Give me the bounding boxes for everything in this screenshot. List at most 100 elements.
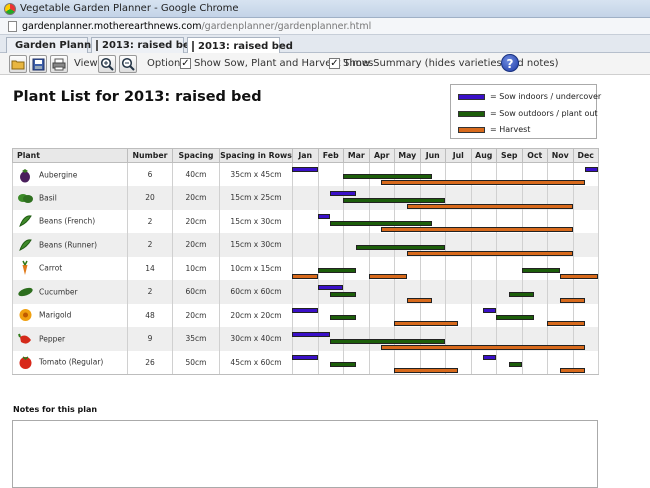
plant-cell[interactable]: Carrot xyxy=(12,256,128,280)
month-cell xyxy=(317,350,344,375)
print-button[interactable] xyxy=(50,55,68,73)
table-row[interactable]: Aubergine 6 40cm 35cm x 45cm xyxy=(12,162,599,186)
month-cell xyxy=(470,350,497,375)
month-cell xyxy=(394,303,421,327)
month-cell xyxy=(547,209,574,233)
month-cell xyxy=(496,280,523,304)
month-cell xyxy=(317,162,344,186)
month-cell xyxy=(419,303,446,327)
plant-cell[interactable]: Basil xyxy=(12,186,128,210)
plant-name: Basil xyxy=(39,193,57,203)
marigold-icon xyxy=(17,307,34,323)
table-row[interactable]: Cucumber 2 60cm 60cm x 60cm xyxy=(12,280,599,304)
spacing-rows-cell: 20cm x 20cm xyxy=(219,303,293,327)
month-cell xyxy=(368,327,395,351)
month-cell xyxy=(521,280,548,304)
plant-cell[interactable]: Aubergine xyxy=(12,162,128,186)
save-button[interactable] xyxy=(29,55,47,73)
month-cell xyxy=(343,256,370,280)
month-cell xyxy=(419,186,446,210)
month-cell xyxy=(445,162,472,186)
col-month: Mar xyxy=(343,148,370,163)
spacing-cell: 50cm xyxy=(172,350,220,375)
url-text[interactable]: gardenplanner.motherearthnews.com/garden… xyxy=(22,21,371,32)
plant-name: Beans (French) xyxy=(39,216,96,226)
show-summary-label[interactable]: Show Summary (hides varieties and notes) xyxy=(343,58,559,69)
table-row[interactable]: Marigold 48 20cm 20cm x 20cm xyxy=(12,303,599,327)
number-cell: 48 xyxy=(127,303,173,327)
zoom-in-button[interactable] xyxy=(98,55,116,73)
plant-name: Tomato (Regular) xyxy=(39,357,104,367)
month-cell xyxy=(394,256,421,280)
col-month: Jun xyxy=(419,148,446,163)
address-bar[interactable]: gardenplanner.motherearthnews.com/garden… xyxy=(0,18,650,35)
basil-icon xyxy=(17,190,34,206)
grid-icon xyxy=(192,40,194,52)
month-cell xyxy=(547,280,574,304)
col-spacing[interactable]: Spacing xyxy=(172,148,220,163)
month-cell xyxy=(343,162,370,186)
table-row[interactable]: Basil 20 20cm 15cm x 25cm xyxy=(12,186,599,210)
plant-cell[interactable]: Beans (French) xyxy=(12,209,128,233)
table-row[interactable]: Beans (Runner) 2 20cm 15cm x 30cm xyxy=(12,233,599,257)
plant-cell[interactable]: Tomato (Regular) xyxy=(12,350,128,375)
month-cell xyxy=(496,350,523,375)
plant-cell[interactable]: Beans (Runner) xyxy=(12,233,128,257)
month-cell xyxy=(368,162,395,186)
legend-sow-indoors: = Sow indoors / undercover xyxy=(458,92,601,101)
notes-textarea[interactable] xyxy=(12,420,598,488)
month-cell xyxy=(292,256,319,280)
month-cell xyxy=(445,327,472,351)
table-row[interactable]: Pepper 9 35cm 30cm x 40cm xyxy=(12,327,599,351)
col-month: Dec xyxy=(572,148,599,163)
tab-raised-bed-1[interactable]: 2013: raised bed xyxy=(91,37,197,53)
spacing-cell: 60cm xyxy=(172,280,220,304)
month-cell xyxy=(547,327,574,351)
month-cell xyxy=(419,256,446,280)
month-cell xyxy=(496,186,523,210)
col-number[interactable]: Number xyxy=(127,148,173,163)
month-cell xyxy=(470,233,497,257)
table-row[interactable]: Beans (French) 2 20cm 15cm x 30cm xyxy=(12,209,599,233)
month-cell xyxy=(343,186,370,210)
col-month: Jul xyxy=(445,148,472,163)
table-row[interactable]: Tomato (Regular) 26 50cm 45cm x 60cm xyxy=(12,350,599,375)
spacing-cell: 35cm xyxy=(172,327,220,351)
number-cell: 2 xyxy=(127,280,173,304)
zoom-out-button[interactable] xyxy=(119,55,137,73)
plant-cell[interactable]: Pepper xyxy=(12,327,128,351)
tab-garden-planner[interactable]: Garden Planner xyxy=(6,37,103,53)
col-plant[interactable]: Plant xyxy=(12,148,128,163)
tab-raised-bed-2[interactable]: 2013: raised bed xyxy=(187,37,293,54)
plant-cell[interactable]: Cucumber xyxy=(12,280,128,304)
month-cell xyxy=(521,350,548,375)
month-cell xyxy=(496,162,523,186)
month-cell xyxy=(496,303,523,327)
month-cell xyxy=(292,280,319,304)
month-cell xyxy=(496,327,523,351)
month-cell xyxy=(343,350,370,375)
spacing-cell: 20cm xyxy=(172,233,220,257)
col-month: May xyxy=(394,148,421,163)
grid-icon xyxy=(96,40,98,51)
chrome-icon xyxy=(4,3,16,15)
show-times-checkbox[interactable]: ✓ xyxy=(180,58,191,69)
carrot-icon xyxy=(17,260,34,276)
tab-label: Garden Planner xyxy=(15,40,103,51)
legend: = Sow indoors / undercover = Sow outdoor… xyxy=(450,84,601,139)
open-button[interactable] xyxy=(9,55,27,73)
month-cell xyxy=(343,209,370,233)
spacing-rows-cell: 35cm x 45cm xyxy=(219,162,293,186)
month-cell xyxy=(394,327,421,351)
window-title: Vegetable Garden Planner - Google Chrome xyxy=(20,3,239,14)
legend-label: = Harvest xyxy=(490,125,531,134)
table-row[interactable]: Carrot 14 10cm 10cm x 15cm xyxy=(12,256,599,280)
spacing-cell: 20cm xyxy=(172,209,220,233)
help-button[interactable]: ? xyxy=(501,54,519,72)
month-cell xyxy=(470,209,497,233)
show-summary-checkbox[interactable]: ✓ xyxy=(329,58,340,69)
col-spacing-rows[interactable]: Spacing in Rows xyxy=(219,148,293,163)
page-icon xyxy=(8,21,17,32)
plant-cell[interactable]: Marigold xyxy=(12,303,128,327)
month-cell xyxy=(572,186,599,210)
